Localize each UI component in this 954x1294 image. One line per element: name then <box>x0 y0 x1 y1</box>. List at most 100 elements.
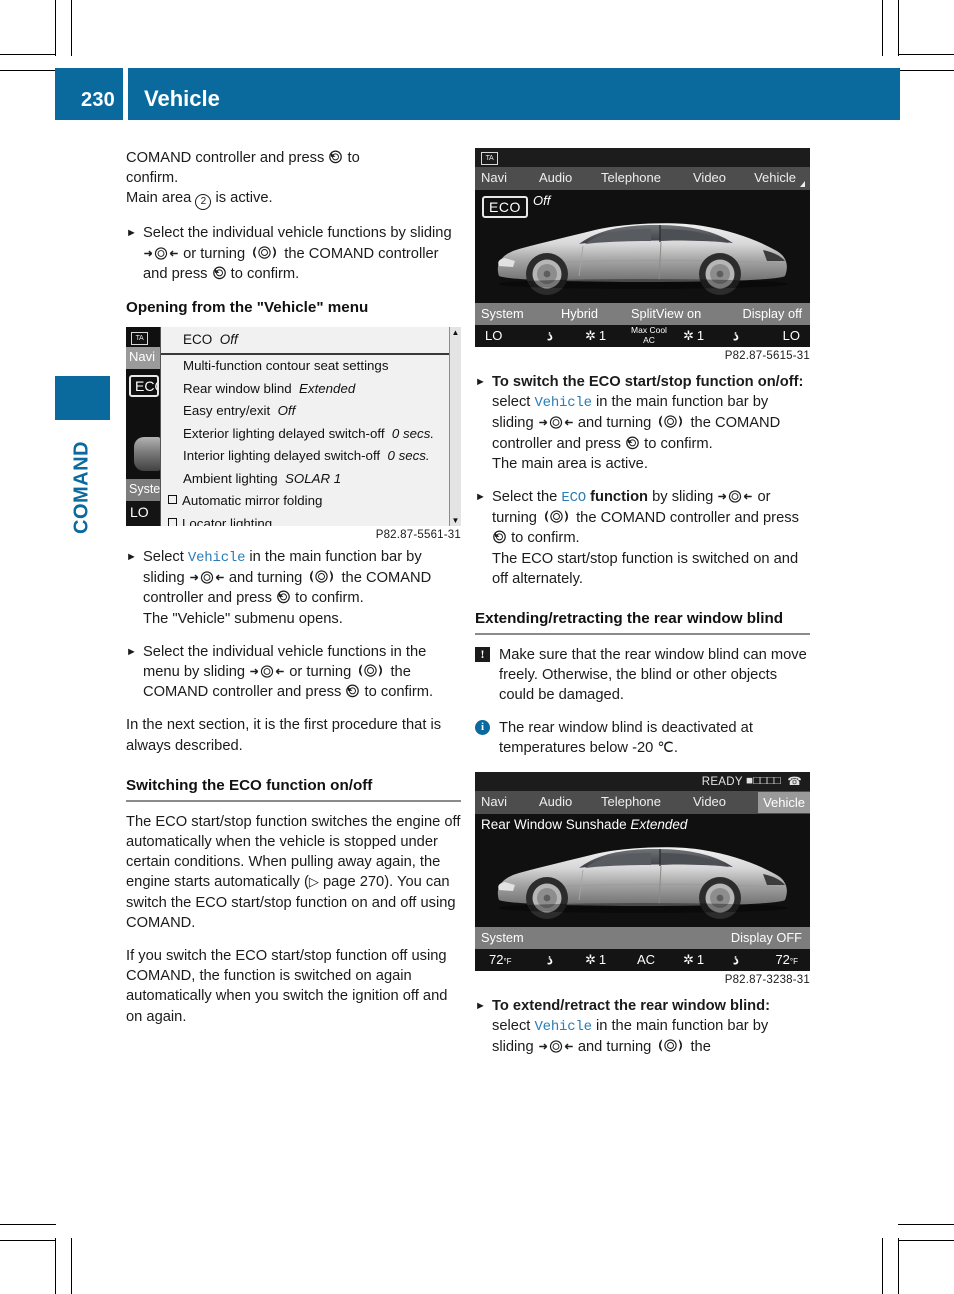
fan-left-icon: ✲ 1 <box>585 328 607 343</box>
turn-controller-icon <box>659 415 683 429</box>
menu-item-video[interactable]: Video <box>693 794 726 809</box>
list-item[interactable]: Easy entry/exit Off <box>161 400 461 423</box>
soft-button-hybrid[interactable]: Hybrid <box>561 306 598 321</box>
step-select-in-menu: ► Select the individual vehicle function… <box>126 642 461 703</box>
text: select <box>492 1018 535 1035</box>
list-item-value: 0 secs. <box>387 448 430 464</box>
page-header: 230 Vehicle <box>55 68 900 120</box>
paragraph-next-section: In the next section, it is the first pro… <box>126 717 442 754</box>
text: to confirm. <box>507 530 580 547</box>
vehicle-illustration <box>497 847 788 920</box>
soft-key-bar: System Hybrid SplitView on Display off <box>475 303 810 325</box>
step-extend-blind: ► To extend/retract the rear window blin… <box>475 996 810 1058</box>
max-cool-ac-label: Max Cool AC <box>627 325 671 345</box>
list-item-value: SOLAR 1 <box>285 470 342 486</box>
comand-screen-menu: TA Navi ECO System LO ECO Off <box>126 327 461 527</box>
screenshot-blind-screen: READY ■□□□□ ☎ Navi Audio Telephone Video… <box>475 772 810 986</box>
list-item[interactable]: Ambient lighting SOLAR 1 <box>161 468 461 491</box>
climate-left-temp-unit: °F <box>503 957 512 967</box>
climate-right-temp-value: 72 <box>775 952 790 968</box>
climate-left-temp-value: 72 <box>489 952 504 968</box>
menu-item-vehicle[interactable]: Vehicle <box>758 792 810 814</box>
slide-controller-icon <box>190 571 224 584</box>
submenu-header-value: Off <box>219 332 238 348</box>
softbar-strip: System <box>126 479 171 502</box>
step-bullet-icon: ► <box>126 227 137 240</box>
main-area: ECO Off <box>475 190 810 303</box>
slide-controller-icon <box>539 1040 573 1054</box>
list-item[interactable]: Interior lighting delayed switch-off 0 s… <box>161 445 461 468</box>
menu-item-video[interactable]: Video <box>693 170 726 185</box>
crop-mark <box>0 1224 56 1225</box>
side-tab-label-wrap: COMAND <box>55 420 110 590</box>
scroll-up-arrow-icon[interactable]: ▲ <box>451 328 460 337</box>
info-note: i The rear window blind is deactivated a… <box>475 718 810 758</box>
page-title: Vehicle <box>144 86 220 111</box>
turn-controller-icon <box>659 1039 683 1053</box>
checkbox-icon[interactable] <box>168 517 177 527</box>
airflow-left-icon: ذ <box>547 952 553 968</box>
step-bullet-icon: ► <box>126 645 137 658</box>
comand-screen-eco: TA Navi Audio Telephone Video Vehicle EC… <box>475 148 810 347</box>
soft-button-displayoff[interactable]: Display off <box>742 306 802 321</box>
list-item-label: Multi-function contour seat settings <box>183 358 389 374</box>
crop-mark <box>898 1238 899 1294</box>
vehicle-illustration <box>497 223 788 295</box>
menu-item-navi[interactable]: Navi <box>129 349 155 364</box>
menu-item-audio[interactable]: Audio <box>539 794 572 809</box>
warning-note: ! Make sure that the rear window blind c… <box>475 645 810 706</box>
list-item[interactable]: Locator lighting <box>161 513 461 527</box>
heading-opening-vehicle-menu: Opening from the "Vehicle" menu <box>126 299 369 317</box>
fan-right-level: 1 <box>696 952 705 968</box>
step-bold-lead: To switch the ECO start/stop function on… <box>492 374 804 390</box>
mono-vehicle: Vehicle <box>534 395 592 412</box>
list-item-value: Extended <box>299 380 356 396</box>
scrollbar[interactable]: ▲ ▼ <box>449 327 461 527</box>
menu-item-navi[interactable]: Navi <box>481 170 507 185</box>
soft-button-splitview[interactable]: SplitView on <box>631 306 701 321</box>
list-item[interactable]: Automatic mirror folding <box>161 490 461 513</box>
list-item[interactable]: Multi-function contour seat settings <box>161 355 461 378</box>
checkbox-icon[interactable] <box>168 495 177 505</box>
ready-label: READY <box>701 776 743 789</box>
press-controller-icon <box>277 590 290 604</box>
mono-eco: ECO <box>561 490 587 507</box>
soft-button-system[interactable]: System <box>481 930 524 945</box>
menu-item-telephone[interactable]: Telephone <box>601 170 661 185</box>
soft-button-system[interactable]: System <box>481 306 524 321</box>
airflow-left-icon: ذ <box>547 328 553 343</box>
menu-item-telephone[interactable]: Telephone <box>601 794 661 809</box>
menu-item-audio[interactable]: Audio <box>539 170 572 185</box>
crop-mark <box>0 70 56 71</box>
eco-button[interactable]: ECO <box>129 375 159 398</box>
page-number: 230 <box>81 89 115 111</box>
text: to confirm. <box>226 265 300 282</box>
list-item[interactable]: Exterior lighting delayed switch-off 0 s… <box>161 423 461 446</box>
fan-left-icon: ✲ 1 <box>585 952 607 968</box>
side-tab-label: COMAND <box>70 441 93 534</box>
mono-vehicle: Vehicle <box>534 1019 592 1036</box>
list-item-label: Ambient lighting <box>183 470 278 486</box>
turn-controller-icon <box>310 570 334 583</box>
menu-expand-arrow-icon <box>800 181 805 187</box>
climatebar-strip: LO <box>126 501 160 527</box>
press-controller-icon <box>346 684 360 698</box>
scroll-down-arrow-icon[interactable]: ▼ <box>451 516 460 525</box>
menu-item-vehicle[interactable]: Vehicle <box>754 170 796 185</box>
crop-mark <box>0 1240 56 1241</box>
climate-right-temp: 72°F <box>775 952 798 967</box>
text: to confirm. <box>291 590 364 607</box>
turn-controller-icon <box>545 510 568 523</box>
crop-mark <box>0 54 56 55</box>
menubar-strip: Navi <box>126 347 160 370</box>
climate-bar: LO ذ ✲ 1 Max Cool AC ✲ 1 ذ LO <box>475 325 810 347</box>
page-number-box: 230 <box>55 68 123 120</box>
soft-button-display-off[interactable]: Display OFF <box>731 930 802 945</box>
text: by sliding <box>648 489 718 506</box>
comand-screen-blind: READY ■□□□□ ☎ Navi Audio Telephone Video… <box>475 772 810 972</box>
menu-item-navi[interactable]: Navi <box>481 794 507 809</box>
list-item[interactable]: Rear window blind Extended <box>161 378 461 401</box>
text: and turning <box>224 570 307 587</box>
text: the <box>686 1039 711 1056</box>
ta-badge: TA <box>481 152 498 165</box>
